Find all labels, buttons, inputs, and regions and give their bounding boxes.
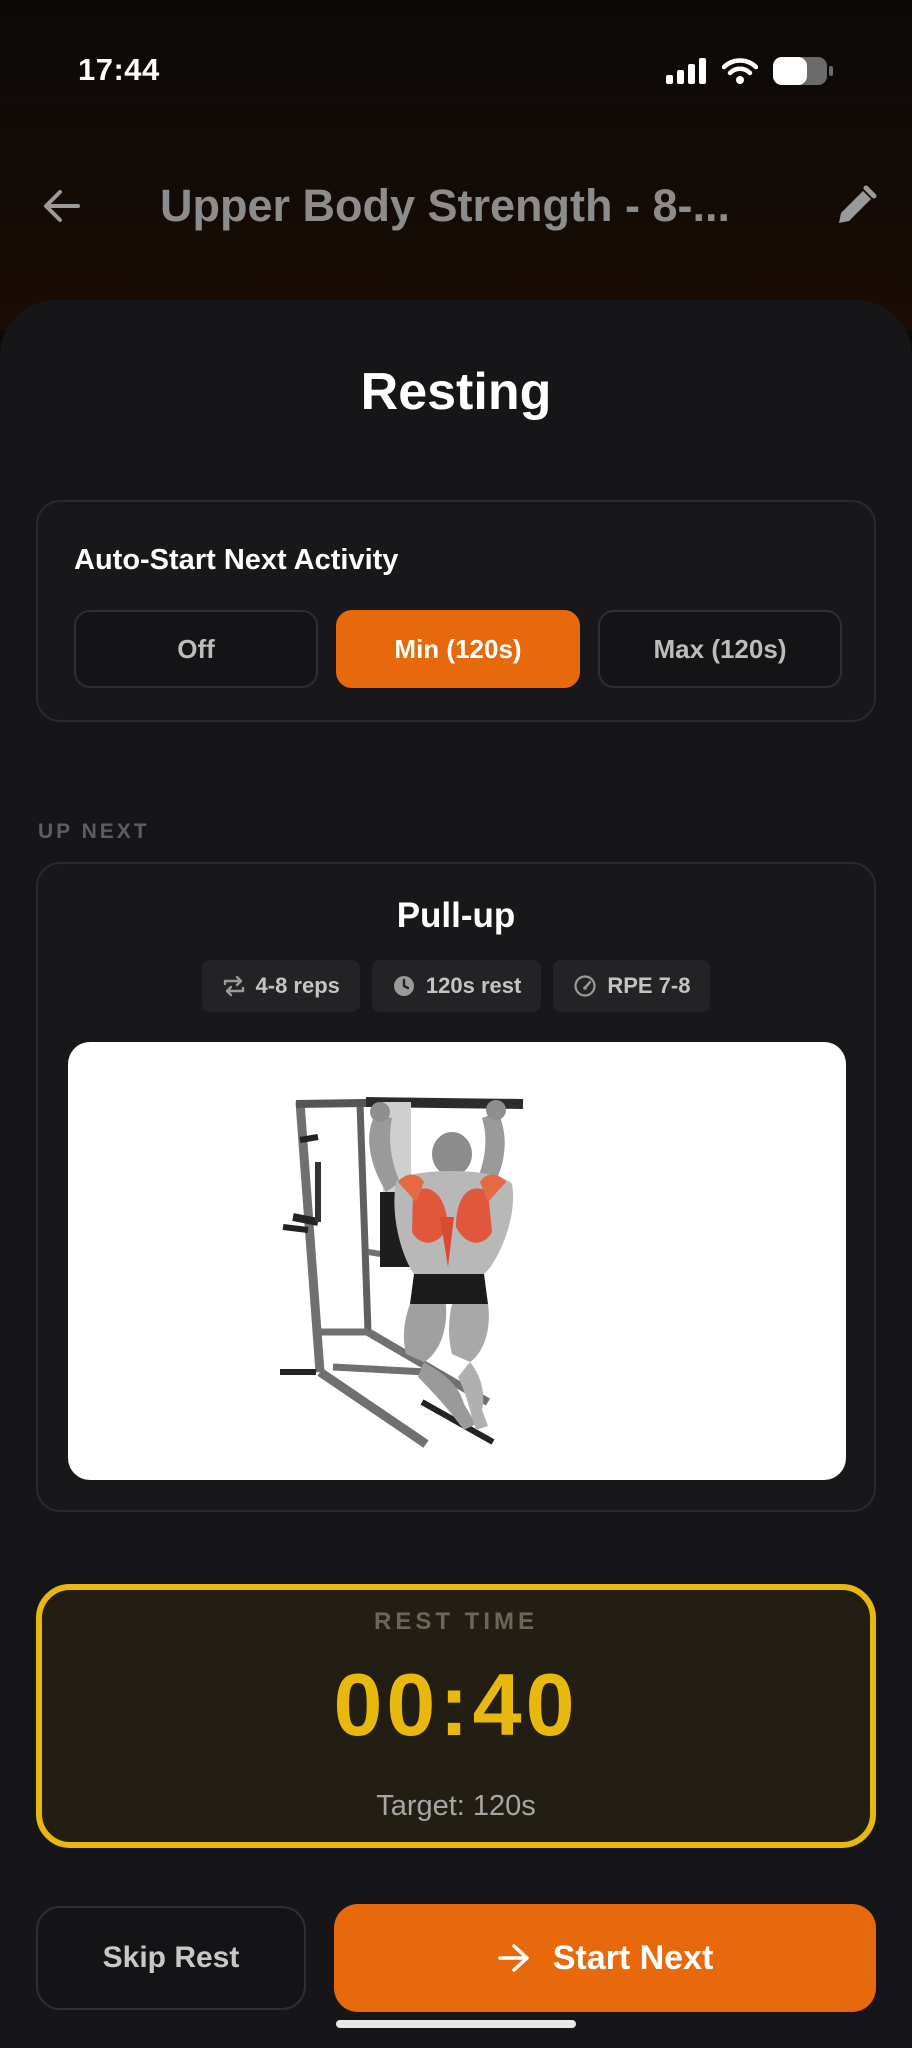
rest-chip: 120s rest — [371, 960, 542, 1012]
auto-start-min-button[interactable]: Min (120s) — [336, 610, 580, 688]
status-bar: 17:44 — [0, 0, 912, 140]
auto-start-card: Auto-Start Next Activity Off Min (120s) … — [36, 500, 876, 722]
status-time: 17:44 — [78, 52, 160, 87]
status-icons — [666, 56, 834, 86]
app-header: Upper Body Strength - 8-... — [0, 160, 912, 250]
arrow-left-icon — [44, 190, 80, 222]
rpe-chip: RPE 7-8 — [553, 960, 711, 1012]
back-button[interactable] — [34, 178, 90, 234]
sheet-title: Resting — [360, 363, 552, 421]
battery-icon — [773, 57, 833, 85]
exercise-image — [68, 1042, 846, 1480]
wifi-icon — [722, 58, 758, 84]
clock-icon — [393, 976, 414, 996]
up-next-card[interactable]: Pull-up 4-8 reps 120s rest RPE 7-8 — [36, 862, 876, 1512]
workout-title: Upper Body Strength - 8-... — [160, 180, 731, 231]
rest-timer-box: REST TIME 00:40 Target: 120s — [36, 1584, 876, 1848]
cellular-signal-icon — [666, 58, 706, 84]
home-indicator[interactable] — [336, 2020, 576, 2028]
pull-up-illustration — [280, 1097, 524, 1448]
rpe-chip-label: RPE 7-8 — [607, 973, 691, 998]
repeat-icon — [223, 975, 244, 997]
exercise-name: Pull-up — [396, 896, 516, 935]
rest-chip-label: 120s rest — [425, 973, 522, 998]
arrow-right-icon — [497, 1944, 529, 1972]
pencil-icon — [839, 185, 877, 223]
reps-chip-label: 4-8 reps — [255, 973, 340, 998]
start-next-label: Start Next — [552, 1938, 714, 1977]
auto-start-off-button[interactable]: Off — [74, 610, 318, 688]
rest-target: Target: 120s — [376, 1790, 536, 1822]
skip-rest-button[interactable]: Skip Rest — [36, 1906, 306, 2010]
rest-timer: 00:40 — [333, 1655, 579, 1754]
edit-button[interactable] — [828, 178, 884, 234]
exercise-chips: 4-8 reps 120s rest RPE 7-8 — [38, 960, 874, 1012]
gauge-icon — [574, 975, 596, 997]
rest-time-label: REST TIME — [373, 1608, 538, 1635]
start-next-button[interactable]: Start Next — [334, 1904, 876, 2012]
auto-start-max-button[interactable]: Max (120s) — [598, 610, 842, 688]
auto-start-options: Off Min (120s) Max (120s) — [74, 610, 842, 688]
auto-start-label: Auto-Start Next Activity — [74, 544, 399, 576]
up-next-label: UP NEXT — [38, 820, 150, 843]
rest-sheet: Resting Auto-Start Next Activity Off Min… — [0, 300, 912, 2048]
reps-chip: 4-8 reps — [201, 960, 360, 1012]
